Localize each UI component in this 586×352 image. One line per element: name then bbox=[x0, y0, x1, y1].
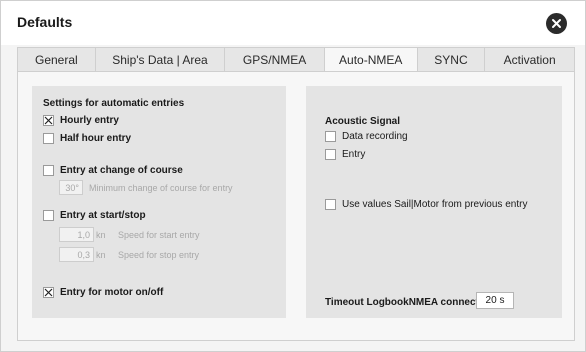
course-change-label: Entry at change of course bbox=[60, 165, 183, 176]
tab-general[interactable]: General bbox=[18, 48, 96, 72]
defaults-dialog: Defaults General Ship's Data | Area GPS/… bbox=[0, 0, 586, 352]
close-icon bbox=[552, 19, 561, 28]
data-recording-label: Data recording bbox=[342, 131, 408, 142]
min-course-change-hint: Minimum change of course for entry bbox=[89, 183, 233, 193]
half-hour-entry-checkbox[interactable] bbox=[43, 133, 54, 144]
sail-motor-checkbox[interactable] bbox=[325, 199, 336, 210]
timeout-field[interactable]: 20 s bbox=[476, 292, 514, 309]
dialog-title: Defaults bbox=[17, 14, 73, 30]
data-recording-checkbox[interactable] bbox=[325, 131, 336, 142]
hourly-entry-checkbox[interactable] bbox=[43, 115, 54, 126]
tab-ships-data-area[interactable]: Ship's Data | Area bbox=[96, 48, 226, 72]
start-stop-label: Entry at start/stop bbox=[60, 210, 146, 221]
check-icon bbox=[44, 116, 53, 125]
timeout-label: Timeout LogbookNMEA connect bbox=[325, 297, 479, 308]
close-button[interactable] bbox=[546, 13, 567, 34]
tab-activation[interactable]: Activation bbox=[485, 48, 574, 72]
motor-entry-checkbox[interactable] bbox=[43, 287, 54, 298]
automatic-entries-panel: Settings for automatic entries Hourly en… bbox=[32, 86, 286, 318]
stop-speed-unit: kn bbox=[96, 250, 106, 260]
acoustic-entry-checkbox[interactable] bbox=[325, 149, 336, 160]
tab-sync[interactable]: SYNC bbox=[418, 48, 486, 72]
half-hour-entry-label: Half hour entry bbox=[60, 133, 132, 144]
automatic-entries-heading: Settings for automatic entries bbox=[43, 98, 185, 109]
stop-speed-hint: Speed for stop entry bbox=[118, 250, 200, 260]
min-course-change-field[interactable]: 30° bbox=[59, 180, 83, 195]
stop-speed-field[interactable]: 0,3 bbox=[59, 247, 94, 262]
start-speed-unit: kn bbox=[96, 230, 106, 240]
motor-entry-label: Entry for motor on/off bbox=[60, 287, 164, 298]
start-stop-checkbox[interactable] bbox=[43, 210, 54, 221]
start-speed-hint: Speed for start entry bbox=[118, 230, 200, 240]
tab-auto-nmea[interactable]: Auto-NMEA bbox=[324, 48, 418, 72]
acoustic-entry-label: Entry bbox=[342, 149, 366, 160]
start-speed-field[interactable]: 1,0 bbox=[59, 227, 94, 242]
acoustic-signal-heading: Acoustic Signal bbox=[325, 116, 401, 127]
title-bar: Defaults bbox=[1, 1, 585, 45]
check-icon bbox=[44, 288, 53, 297]
tab-bar: General Ship's Data | Area GPS/NMEA Auto… bbox=[17, 47, 575, 72]
hourly-entry-label: Hourly entry bbox=[60, 115, 119, 126]
course-change-checkbox[interactable] bbox=[43, 165, 54, 176]
sail-motor-label: Use values Sail|Motor from previous entr… bbox=[342, 199, 528, 210]
tab-content-auto-nmea: Settings for automatic entries Hourly en… bbox=[17, 71, 575, 341]
tab-gps-nmea[interactable]: GPS/NMEA bbox=[225, 48, 325, 72]
acoustic-signal-panel: Acoustic Signal Data recording Entry Use… bbox=[306, 86, 562, 318]
